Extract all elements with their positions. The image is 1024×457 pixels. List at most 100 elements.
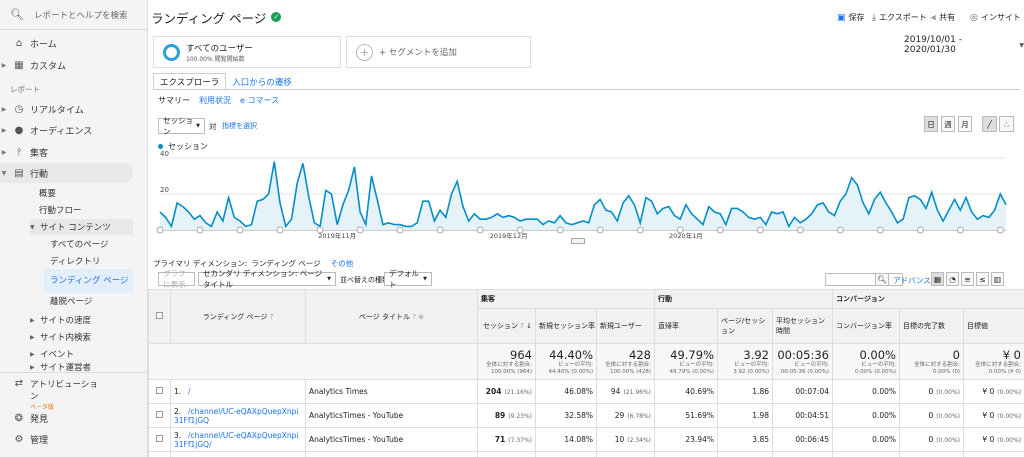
col-conversion-rate[interactable]: コンバージョン率 [832, 308, 900, 344]
segment-all-users[interactable]: すべてのユーザー 100.00% 閲覧開始数 [153, 36, 341, 68]
nav-experiments[interactable]: ▶ サイト運営者 [30, 363, 91, 371]
week-button[interactable]: 週 [941, 116, 955, 132]
remove-dimension-icon[interactable]: ⊗ [418, 313, 424, 321]
expand-icon: ▶ [30, 316, 35, 324]
tab-explorer[interactable]: エクスプローラ [153, 73, 227, 90]
bounce-rate-cell: 51.69% [654, 403, 718, 428]
tab-divider [153, 89, 1020, 90]
nav-site-content[interactable]: ▼ サイト コンテンツ [30, 219, 133, 235]
nav-acquisition[interactable]: ▶ ⫯ 集客 [0, 142, 148, 162]
row-checkbox[interactable] [156, 435, 163, 442]
total-cell: 0.00% ビューの平均: 0.00% (0.00%) [832, 343, 900, 380]
comparison-view-button[interactable]: ≤ [976, 272, 989, 286]
percentage-view-button[interactable]: ◔ [946, 272, 959, 286]
page-title: ランディング ページ [151, 10, 267, 26]
nav-home[interactable]: ⌂ ホーム [0, 33, 148, 53]
motion-chart-button[interactable]: ∴ [999, 116, 1014, 132]
nav-landing-pages[interactable]: ランディング ページ [44, 269, 133, 293]
select-metric-link[interactable]: 指標を選択 [222, 121, 257, 131]
nav-custom[interactable]: ▶ ▦ カスタム [0, 55, 148, 75]
new-users-cell: 51(11.92%) [596, 451, 655, 457]
expand-icon: ▶ [30, 350, 35, 358]
chart-resize-handle[interactable] [571, 238, 585, 244]
advanced-filter-link[interactable]: アドバンス [893, 275, 931, 286]
other-dimension-link[interactable]: その他 [331, 258, 354, 269]
group-behavior: 行動 [654, 289, 833, 309]
nav-audience[interactable]: ▶ ● オーディエンス [0, 120, 148, 140]
secondary-dimension-select[interactable]: セカンダリ ディメンション: ページ タイトル ▼ [198, 269, 336, 289]
date-range-picker[interactable]: 2019/10/01 - 2020/01/30 ▼ [904, 35, 1024, 55]
dashboard-icon: ▦ [14, 59, 24, 71]
landing-page-link[interactable]: /channel/UC-eQAXpQuepXnpi31Ff1jGQ/ [174, 431, 298, 449]
nav-realtime[interactable]: ▶ ◷ リアルタイム [0, 99, 148, 119]
goal-value-cell: ¥ 0(0.00%) [963, 379, 1024, 404]
landing-page-link[interactable]: /channel/UC-eQAXpQuepXnpi31Ff1jGQ [174, 407, 298, 425]
new-session-rate-cell: 14.08% [535, 427, 597, 452]
col-sessions[interactable]: セッション ? ↓ [477, 308, 536, 344]
col-goal-completions[interactable]: 目標の完了数 [899, 308, 964, 344]
nav-site-search[interactable]: ▶ サイト内検索 [30, 329, 91, 345]
nav-behavior-flow[interactable]: 行動フロー [39, 202, 82, 218]
table-search-input[interactable] [825, 273, 903, 286]
nav-directory[interactable]: ディレクトリ [50, 253, 100, 269]
nav-events[interactable]: ▶ イベント [30, 346, 74, 362]
nav-behavior[interactable]: ▼ ▤ 行動 [0, 163, 133, 183]
collapse-icon: ▼ [30, 223, 35, 231]
col-new-users[interactable]: 新規ユーザー [596, 308, 655, 344]
col-landing-page[interactable]: ランディング ページ ? [170, 289, 306, 344]
line-chart-button[interactable]: ╱ [982, 116, 997, 132]
save-button[interactable]: ▣ 保存 [837, 12, 865, 23]
nav-behavior-overview[interactable]: 概要 [39, 185, 56, 201]
week-marker [596, 226, 604, 234]
expand-icon: ▶ [1, 126, 7, 134]
row-checkbox[interactable] [156, 411, 163, 418]
sort-type-select[interactable]: デフォルト ▼ [384, 269, 432, 289]
data-view-button[interactable]: ▦ [931, 272, 944, 286]
search-icon: 🔍︎ [10, 8, 24, 21]
acquisition-icon: ⫯ [16, 146, 22, 158]
goal-completions-cell: 0(0.00%) [899, 403, 964, 428]
plot-rows-button[interactable]: グラフに表示 [158, 269, 195, 289]
select-all-checkbox[interactable] [156, 312, 163, 319]
conversion-rate-cell: 0.00% [832, 427, 900, 452]
nav-exit-pages[interactable]: 離脱ページ [50, 293, 92, 309]
subtab-summary[interactable]: サマリー [158, 95, 190, 106]
metric-select[interactable]: セッション ▼ [158, 116, 205, 136]
performance-view-button[interactable]: ≡ [961, 272, 974, 286]
subtab-usage[interactable]: 利用状況 [199, 95, 231, 106]
col-avg-duration[interactable]: 平均セッション時間 [772, 308, 833, 344]
nav-admin[interactable]: ⚙ 管理 [0, 429, 148, 449]
table-row: 4./company会社概要 | Analytics Times59(6.13%… [148, 451, 1024, 457]
compare-icon: ≤ [979, 274, 986, 284]
export-button[interactable]: ⤓ エクスポート [872, 12, 927, 23]
landing-page-link[interactable]: / [188, 387, 191, 396]
main-content: ランディング ページ ✓ ▣ 保存 ⤓ エクスポート ⫷ 共有 ◎ インサイト すべての… [148, 0, 1024, 457]
nav-all-pages[interactable]: すべてのページ [50, 236, 108, 252]
col-new-session-rate[interactable]: 新規セッション率 [535, 308, 597, 344]
add-segment-button[interactable]: + + セグメントを追加 [346, 36, 531, 68]
search-input[interactable]: レポートとヘルプを検索 [34, 9, 128, 21]
page-title-cell: Analytics Times [305, 379, 478, 404]
insights-button[interactable]: ◎ インサイト [970, 12, 1021, 23]
total-cell: 964 全体に対する割合: 100.00% (964) [477, 343, 536, 380]
sessions-line-chart: 20 40 2019年11月 2019年12月 2020年1月 [156, 150, 1007, 240]
nav-attribution[interactable]: ⇄ アトリビューション ベータ版 [8, 378, 100, 411]
share-button[interactable]: ⫷ 共有 [931, 12, 955, 23]
page-title-cell: AnalyticsTimes - YouTube [305, 403, 478, 428]
row-checkbox[interactable] [156, 387, 163, 394]
pivot-view-button[interactable]: ▥ [991, 272, 1004, 286]
nav-site-speed[interactable]: ▶ サイトの速度 [30, 312, 91, 328]
week-marker [196, 226, 204, 234]
col-pages-per-session[interactable]: ページ/セッション [717, 308, 773, 344]
col-page-title[interactable]: ページ タイトル ? ⊗ [305, 289, 478, 344]
table-search-button[interactable]: 🔍︎ [875, 273, 889, 286]
tab-entrance-paths[interactable]: 入口からの遷移 [226, 73, 298, 90]
col-goal-value[interactable]: 目標値 [963, 308, 1024, 344]
nav-discover[interactable]: ❂ 発見 [0, 408, 148, 428]
search-bar[interactable]: 🔍︎ レポートとヘルプを検索 [0, 0, 148, 30]
subtab-ecommerce[interactable]: e コマース [240, 95, 279, 106]
month-button[interactable]: 月 [958, 116, 972, 132]
chevron-down-icon: ▼ [423, 276, 427, 282]
col-bounce-rate[interactable]: 直帰率 [654, 308, 718, 344]
day-button[interactable]: 日 [924, 116, 938, 132]
